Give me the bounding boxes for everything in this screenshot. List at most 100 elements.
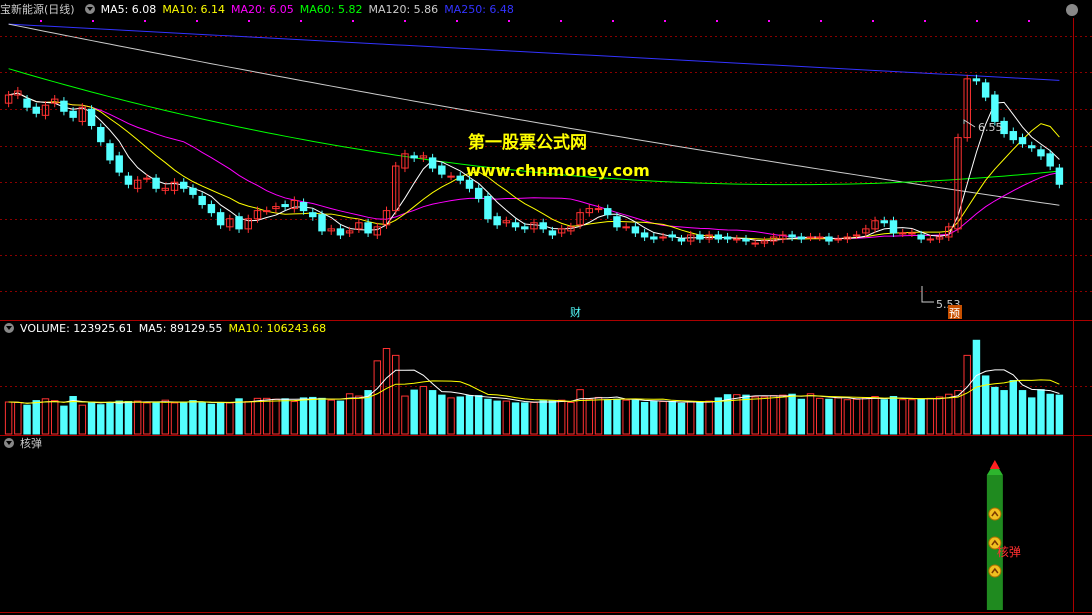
- volume-bar: [143, 402, 151, 435]
- volume-bar: [299, 397, 308, 435]
- volume-bar: [180, 401, 188, 435]
- volume-bar: [253, 397, 262, 435]
- candle-body: [180, 181, 188, 189]
- volume-bar: [686, 401, 695, 435]
- dropdown-icon[interactable]: [4, 438, 14, 448]
- ma-legend-item-0: MA5: 6.08: [100, 3, 157, 16]
- top-dot: [1028, 20, 1030, 22]
- volume-bar: [493, 400, 501, 435]
- volume-bar: [392, 354, 400, 435]
- volume-bar: [1000, 390, 1008, 435]
- watermark-title: 第一股票公式网: [468, 133, 587, 153]
- top-dot: [40, 20, 42, 22]
- volume-bar: [548, 400, 557, 435]
- candle-body: [696, 234, 704, 240]
- ma-legend-item-1: MA10: 6.14: [162, 3, 226, 16]
- volume-bar: [152, 402, 160, 435]
- candle-body: [908, 232, 916, 235]
- candle-body: [723, 236, 732, 240]
- volume-bar: [207, 403, 216, 435]
- candle-body: [428, 157, 437, 169]
- candle-body: [456, 175, 464, 181]
- candle-body: [806, 236, 815, 239]
- volume-bar: [1028, 397, 1036, 435]
- candle-body: [1028, 145, 1036, 149]
- candle-body: [751, 242, 759, 245]
- pre-marker: 预: [949, 307, 960, 320]
- dropdown-icon[interactable]: [84, 4, 95, 14]
- candle-body: [410, 155, 418, 159]
- volume-bar: [106, 401, 114, 435]
- candle-body: [659, 236, 667, 239]
- top-dot: [716, 20, 718, 22]
- volume-bar: [557, 399, 566, 435]
- indicator-legend: 核弹: [0, 435, 48, 453]
- candle-body: [521, 226, 529, 230]
- volume-bar: [659, 401, 667, 435]
- volume-bar: [456, 396, 464, 435]
- candle-body: [281, 204, 289, 208]
- volume-legend-item-1: MA5: 89129.55: [138, 322, 223, 335]
- top-dot: [768, 20, 770, 22]
- volume-bar: [963, 354, 971, 435]
- volume-bar: [1009, 380, 1018, 435]
- volume-bar: [945, 393, 953, 435]
- volume-bar: [382, 348, 391, 435]
- volume-bar: [32, 400, 40, 435]
- volume-bar: [373, 360, 382, 435]
- candle-body: [650, 236, 658, 240]
- volume-bar: [23, 404, 31, 435]
- candle-body: [548, 230, 557, 236]
- candle-body: [797, 236, 806, 240]
- volume-bar: [935, 396, 944, 435]
- volume-bar: [779, 394, 787, 435]
- candle-body: [1018, 137, 1027, 145]
- candle-body: [1009, 131, 1018, 141]
- candle-body: [604, 208, 612, 216]
- top-dot: [820, 20, 822, 22]
- close-icon[interactable]: [1066, 4, 1078, 16]
- candle-body: [198, 195, 206, 206]
- candle-body: [714, 234, 723, 240]
- candle-body: [631, 226, 640, 234]
- candle-body: [69, 110, 77, 118]
- volume-bar: [345, 393, 354, 435]
- candle-body: [972, 78, 981, 82]
- volume-bar: [769, 395, 778, 435]
- volume-bar: [401, 395, 409, 435]
- volume-bar: [880, 399, 888, 435]
- candle-body: [465, 179, 474, 189]
- volume-bar: [908, 399, 916, 435]
- volume-bar: [714, 397, 723, 435]
- stock-title: 宝新能源(日线): [0, 3, 75, 16]
- candle-body: [1037, 149, 1045, 157]
- low-marker: [921, 286, 934, 303]
- volume-bar: [170, 402, 179, 435]
- volume-bar: [235, 398, 243, 435]
- volume-bar: [198, 402, 206, 435]
- volume-bar: [502, 400, 511, 435]
- volume-bar: [668, 401, 676, 435]
- volume-bar: [447, 397, 455, 435]
- dropdown-icon[interactable]: [4, 323, 14, 333]
- volume-bar: [50, 400, 59, 435]
- volume-bar: [60, 405, 68, 435]
- top-dot: [352, 20, 354, 22]
- volume-bar: [530, 401, 538, 435]
- candle-body: [493, 216, 501, 226]
- volume-bar: [1055, 394, 1064, 435]
- candle-body: [816, 236, 824, 239]
- candle-body: [852, 234, 861, 237]
- candle-body: [106, 143, 114, 161]
- signal-coin-icon: [988, 507, 1002, 521]
- candle-body: [733, 238, 741, 241]
- top-dot: [144, 20, 146, 22]
- top-dot: [456, 20, 458, 22]
- volume-bar: [917, 398, 925, 435]
- top-dot: [196, 20, 198, 22]
- candle-body: [594, 208, 603, 211]
- volume-bar: [604, 399, 612, 435]
- volume-bar: [309, 396, 317, 435]
- volume-bar: [742, 394, 750, 435]
- candle-body: [677, 238, 686, 242]
